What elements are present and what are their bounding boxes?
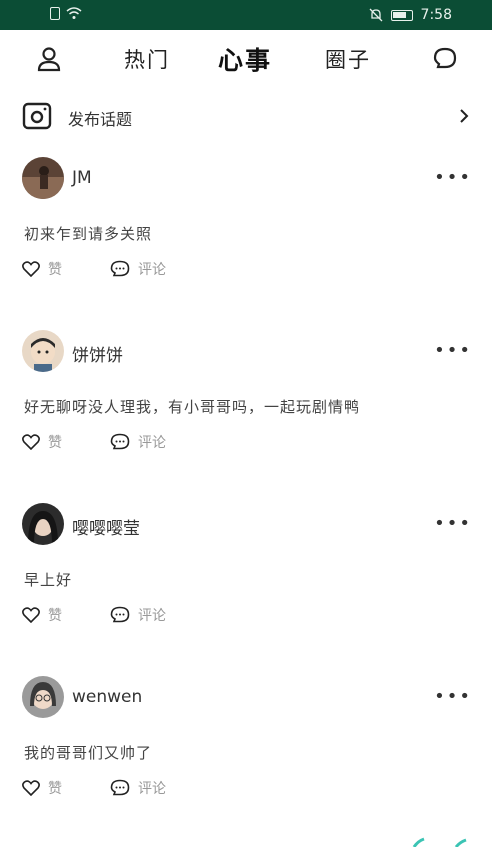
chevron-right-icon xyxy=(460,109,469,123)
like-label: 赞 xyxy=(48,262,62,278)
post-username[interactable]: wenwen xyxy=(72,687,142,707)
avatar[interactable] xyxy=(22,157,64,199)
chat-bubble-icon[interactable] xyxy=(432,46,458,72)
heart-icon xyxy=(22,780,40,796)
status-left-icons xyxy=(50,7,82,20)
publish-topic-label: 发布话题 xyxy=(68,110,133,129)
person-icon[interactable] xyxy=(36,46,62,72)
wifi-icon xyxy=(66,7,82,19)
tab-hot[interactable]: 热门 xyxy=(124,44,170,74)
comment-label: 评论 xyxy=(138,608,166,624)
post-content: 早上好 xyxy=(24,571,73,589)
like-label: 赞 xyxy=(48,608,62,624)
sim-icon xyxy=(50,7,60,20)
comment-label: 评论 xyxy=(138,781,166,797)
avatar[interactable] xyxy=(22,330,64,372)
post-content: 好无聊呀没人理我，有小哥哥吗，一起玩剧情鸭 xyxy=(24,398,361,416)
comment-label: 评论 xyxy=(138,262,166,278)
heart-icon xyxy=(22,607,40,623)
comment-button[interactable]: 评论 xyxy=(110,259,166,279)
heart-icon xyxy=(22,261,40,277)
like-label: 赞 xyxy=(48,435,62,451)
comment-icon xyxy=(110,260,130,277)
heart-icon xyxy=(22,434,40,450)
more-options-icon[interactable]: ••• xyxy=(434,513,472,534)
comment-button[interactable]: 评论 xyxy=(110,432,166,452)
like-button[interactable]: 赞 xyxy=(22,259,62,279)
post-content: 我的哥哥们又帅了 xyxy=(24,744,153,762)
floating-button-edge[interactable] xyxy=(394,837,474,847)
battery-icon xyxy=(390,9,413,21)
status-time: 7:58 xyxy=(420,7,452,23)
like-button[interactable]: 赞 xyxy=(22,778,62,798)
post-content: 初来乍到请多关照 xyxy=(24,225,153,243)
more-options-icon[interactable]: ••• xyxy=(434,167,472,188)
post-item[interactable]: JM ••• 初来乍到请多关照 赞 评论 xyxy=(0,157,492,327)
post-item[interactable]: 饼饼饼 ••• 好无聊呀没人理我，有小哥哥吗，一起玩剧情鸭 赞 评论 xyxy=(0,330,492,500)
post-username[interactable]: 嘤嘤嘤莹 xyxy=(72,514,140,539)
avatar[interactable] xyxy=(22,503,64,545)
status-right-icons: 7:58 xyxy=(369,7,452,23)
comment-icon xyxy=(110,606,130,623)
mute-icon xyxy=(369,8,383,22)
comment-button[interactable]: 评论 xyxy=(110,605,166,625)
tab-circle[interactable]: 圈子 xyxy=(325,44,371,74)
post-username[interactable]: 饼饼饼 xyxy=(72,341,123,366)
like-label: 赞 xyxy=(48,781,62,797)
publish-topic-row[interactable]: 发布话题 xyxy=(0,96,492,138)
comment-button[interactable]: 评论 xyxy=(110,778,166,798)
comment-label: 评论 xyxy=(138,435,166,451)
like-button[interactable]: 赞 xyxy=(22,605,62,625)
camera-icon xyxy=(22,102,52,130)
post-username[interactable]: JM xyxy=(72,168,92,188)
more-options-icon[interactable]: ••• xyxy=(434,340,472,361)
status-bar: 7:58 xyxy=(0,0,492,30)
comment-icon xyxy=(110,779,130,796)
post-item[interactable]: wenwen ••• 我的哥哥们又帅了 赞 评论 xyxy=(0,676,492,846)
comment-icon xyxy=(110,433,130,450)
tab-heart-talk[interactable]: 心事 xyxy=(218,41,272,77)
more-options-icon[interactable]: ••• xyxy=(434,686,472,707)
like-button[interactable]: 赞 xyxy=(22,432,62,452)
post-item[interactable]: 嘤嘤嘤莹 ••• 早上好 赞 评论 xyxy=(0,503,492,673)
avatar[interactable] xyxy=(22,676,64,718)
top-nav: 热门 心事 圈子 xyxy=(0,30,492,88)
